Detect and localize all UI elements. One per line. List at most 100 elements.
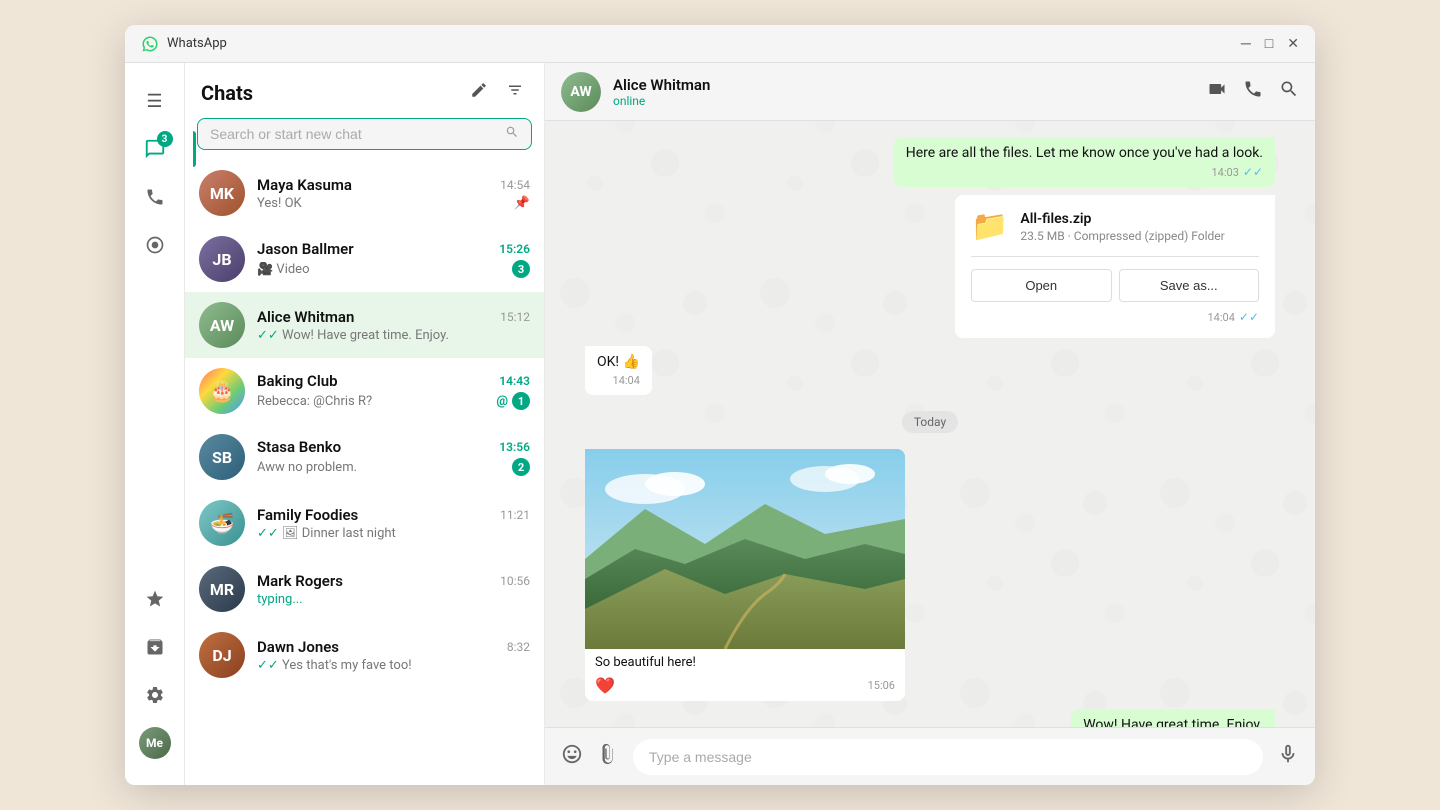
chat-preview-alice: ✓✓ Wow! Have great time. Enjoy. bbox=[257, 328, 449, 343]
nav-item-chats[interactable]: 3 bbox=[133, 127, 177, 171]
minimize-button[interactable]: ─ bbox=[1241, 37, 1251, 51]
msg-text-1: Here are all the files. Let me know once… bbox=[906, 145, 1263, 161]
photo-caption: So beautiful here! bbox=[585, 649, 905, 676]
chat-name-mark: Mark Rogers bbox=[257, 572, 343, 590]
chat-time-maya: 14:54 bbox=[500, 178, 530, 192]
filter-icon[interactable] bbox=[502, 77, 528, 108]
chat-item-family[interactable]: 🍜 Family Foodies 11:21 ✓✓ 🖼 Dinner last … bbox=[185, 490, 544, 556]
nav-bottom: Me bbox=[133, 577, 177, 773]
bubble-5: Wow! Have great time. Enjoy. 15:12 ✓✓ bbox=[1071, 709, 1275, 727]
chat-name-stasa: Stasa Benko bbox=[257, 438, 341, 456]
msg-row-3: OK! 👍 14:04 bbox=[585, 346, 1275, 395]
app-body: ☰ 3 bbox=[125, 63, 1315, 785]
nav-top: ☰ 3 bbox=[133, 75, 177, 573]
messages-area: Here are all the files. Let me know once… bbox=[545, 121, 1315, 727]
chat-time-jason: 15:26 bbox=[499, 242, 530, 256]
chat-badge-jason: 3 bbox=[512, 260, 530, 278]
chat-name-dawn: Dawn Jones bbox=[257, 638, 339, 656]
calls-icon bbox=[145, 187, 165, 207]
chat-header-info[interactable]: Alice Whitman online bbox=[613, 76, 1195, 108]
app-title: WhatsApp bbox=[167, 36, 1241, 51]
chat-contact-status: online bbox=[613, 94, 1195, 108]
chat-info-family: Family Foodies 11:21 ✓✓ 🖼 Dinner last ni… bbox=[257, 506, 530, 541]
maximize-button[interactable]: □ bbox=[1265, 37, 1273, 51]
chat-time-dawn: 8:32 bbox=[507, 640, 530, 654]
star-icon bbox=[145, 589, 165, 609]
nav-item-starred[interactable] bbox=[133, 577, 177, 621]
nav-item-archived[interactable] bbox=[133, 625, 177, 669]
open-file-button[interactable]: Open bbox=[971, 269, 1112, 302]
chat-info-mark: Mark Rogers 10:56 typing... bbox=[257, 572, 530, 607]
msg-row-2: 📁 All-files.zip 23.5 MB · Compressed (zi… bbox=[585, 195, 1275, 338]
chat-item-jason[interactable]: JB Jason Ballmer 15:26 🎥 Video 3 bbox=[185, 226, 544, 292]
avatar-baking: 🎂 bbox=[199, 368, 245, 414]
status-icon bbox=[145, 235, 165, 255]
msg-row-1: Here are all the files. Let me know once… bbox=[585, 137, 1275, 187]
chat-preview-stasa: Aww no problem. bbox=[257, 460, 357, 475]
chat-preview-baking: Rebecca: @Chris R? bbox=[257, 394, 372, 409]
search-messages-button[interactable] bbox=[1279, 79, 1299, 104]
chats-panel: Chats bbox=[185, 63, 545, 785]
avatar-maya: MK bbox=[199, 170, 245, 216]
attach-button[interactable] bbox=[597, 743, 619, 770]
new-chat-icon[interactable] bbox=[466, 77, 492, 108]
chat-item-maya[interactable]: MK Maya Kasuma 14:54 Yes! OK 📌 bbox=[185, 160, 544, 226]
avatar-alice: AW bbox=[199, 302, 245, 348]
chat-badge-stasa: 2 bbox=[512, 458, 530, 476]
nav-item-menu[interactable]: ☰ bbox=[133, 79, 177, 123]
search-icon bbox=[505, 125, 519, 143]
msg-time-2: 14:04 bbox=[1207, 311, 1234, 324]
chat-info-dawn: Dawn Jones 8:32 ✓✓ Yes that's my fave to… bbox=[257, 638, 530, 673]
chat-header: AW Alice Whitman online bbox=[545, 63, 1315, 121]
heart-reaction: ❤️ bbox=[595, 676, 615, 695]
chat-name-baking: Baking Club bbox=[257, 372, 338, 390]
file-bubble: 📁 All-files.zip 23.5 MB · Compressed (zi… bbox=[955, 195, 1275, 338]
save-file-button[interactable]: Save as... bbox=[1119, 269, 1260, 302]
avatar-dawn: DJ bbox=[199, 632, 245, 678]
chat-item-mark[interactable]: MR Mark Rogers 10:56 typing... bbox=[185, 556, 544, 622]
chat-contact-name: Alice Whitman bbox=[613, 76, 1195, 94]
day-divider: Today bbox=[585, 411, 1275, 433]
nav-item-settings[interactable] bbox=[133, 673, 177, 717]
search-input[interactable] bbox=[210, 126, 505, 142]
chat-item-baking[interactable]: 🎂 Baking Club 14:43 Rebecca: @Chris R? @… bbox=[185, 358, 544, 424]
close-button[interactable]: ✕ bbox=[1287, 37, 1299, 51]
message-input[interactable] bbox=[633, 739, 1263, 775]
nav-item-profile[interactable]: Me bbox=[133, 721, 177, 765]
msg-row-4: So beautiful here! ❤️ 15:06 bbox=[585, 449, 1275, 701]
photo-image bbox=[585, 449, 905, 649]
chat-info-maya: Maya Kasuma 14:54 Yes! OK 📌 bbox=[257, 176, 530, 211]
chat-header-icons bbox=[1207, 79, 1299, 104]
chat-item-alice[interactable]: AW Alice Whitman 15:12 ✓✓ Wow! Have grea… bbox=[185, 292, 544, 358]
video-call-button[interactable] bbox=[1207, 79, 1227, 104]
emoji-button[interactable] bbox=[561, 743, 583, 770]
nav-item-status[interactable] bbox=[133, 223, 177, 267]
photo-bubble: So beautiful here! ❤️ 15:06 bbox=[585, 449, 905, 701]
chat-preview-family: ✓✓ 🖼 Dinner last night bbox=[257, 526, 396, 541]
active-indicator bbox=[193, 131, 196, 167]
chat-item-dawn[interactable]: DJ Dawn Jones 8:32 ✓✓ Yes that's my fave… bbox=[185, 622, 544, 688]
chat-info-jason: Jason Ballmer 15:26 🎥 Video 3 bbox=[257, 240, 530, 278]
menu-icon: ☰ bbox=[146, 91, 162, 112]
search-bar bbox=[197, 118, 532, 150]
nav-item-calls[interactable] bbox=[133, 175, 177, 219]
chat-time-stasa: 13:56 bbox=[499, 440, 530, 454]
chats-title: Chats bbox=[201, 81, 253, 105]
chat-info-alice: Alice Whitman 15:12 ✓✓ Wow! Have great t… bbox=[257, 308, 530, 343]
chat-badge-baking: 1 bbox=[512, 392, 530, 410]
msg-text-5: Wow! Have great time. Enjoy. bbox=[1083, 717, 1263, 727]
msg-tick-2: ✓✓ bbox=[1239, 310, 1259, 324]
whatsapp-logo bbox=[141, 35, 159, 53]
avatar-mark: MR bbox=[199, 566, 245, 612]
msg-tick-1: ✓✓ bbox=[1243, 165, 1263, 179]
chat-item-stasa[interactable]: SB Stasa Benko 13:56 Aww no problem. 2 bbox=[185, 424, 544, 490]
bubble-1: Here are all the files. Let me know once… bbox=[894, 137, 1275, 187]
msg-row-5: Wow! Have great time. Enjoy. 15:12 ✓✓ bbox=[585, 709, 1275, 727]
chat-preview-maya: Yes! OK bbox=[257, 196, 302, 211]
title-bar: WhatsApp ─ □ ✕ bbox=[125, 25, 1315, 63]
mention-icon: @ bbox=[496, 394, 508, 409]
microphone-button[interactable] bbox=[1277, 743, 1299, 770]
chat-name-family: Family Foodies bbox=[257, 506, 358, 524]
voice-call-button[interactable] bbox=[1243, 79, 1263, 104]
chat-time-family: 11:21 bbox=[500, 508, 530, 522]
